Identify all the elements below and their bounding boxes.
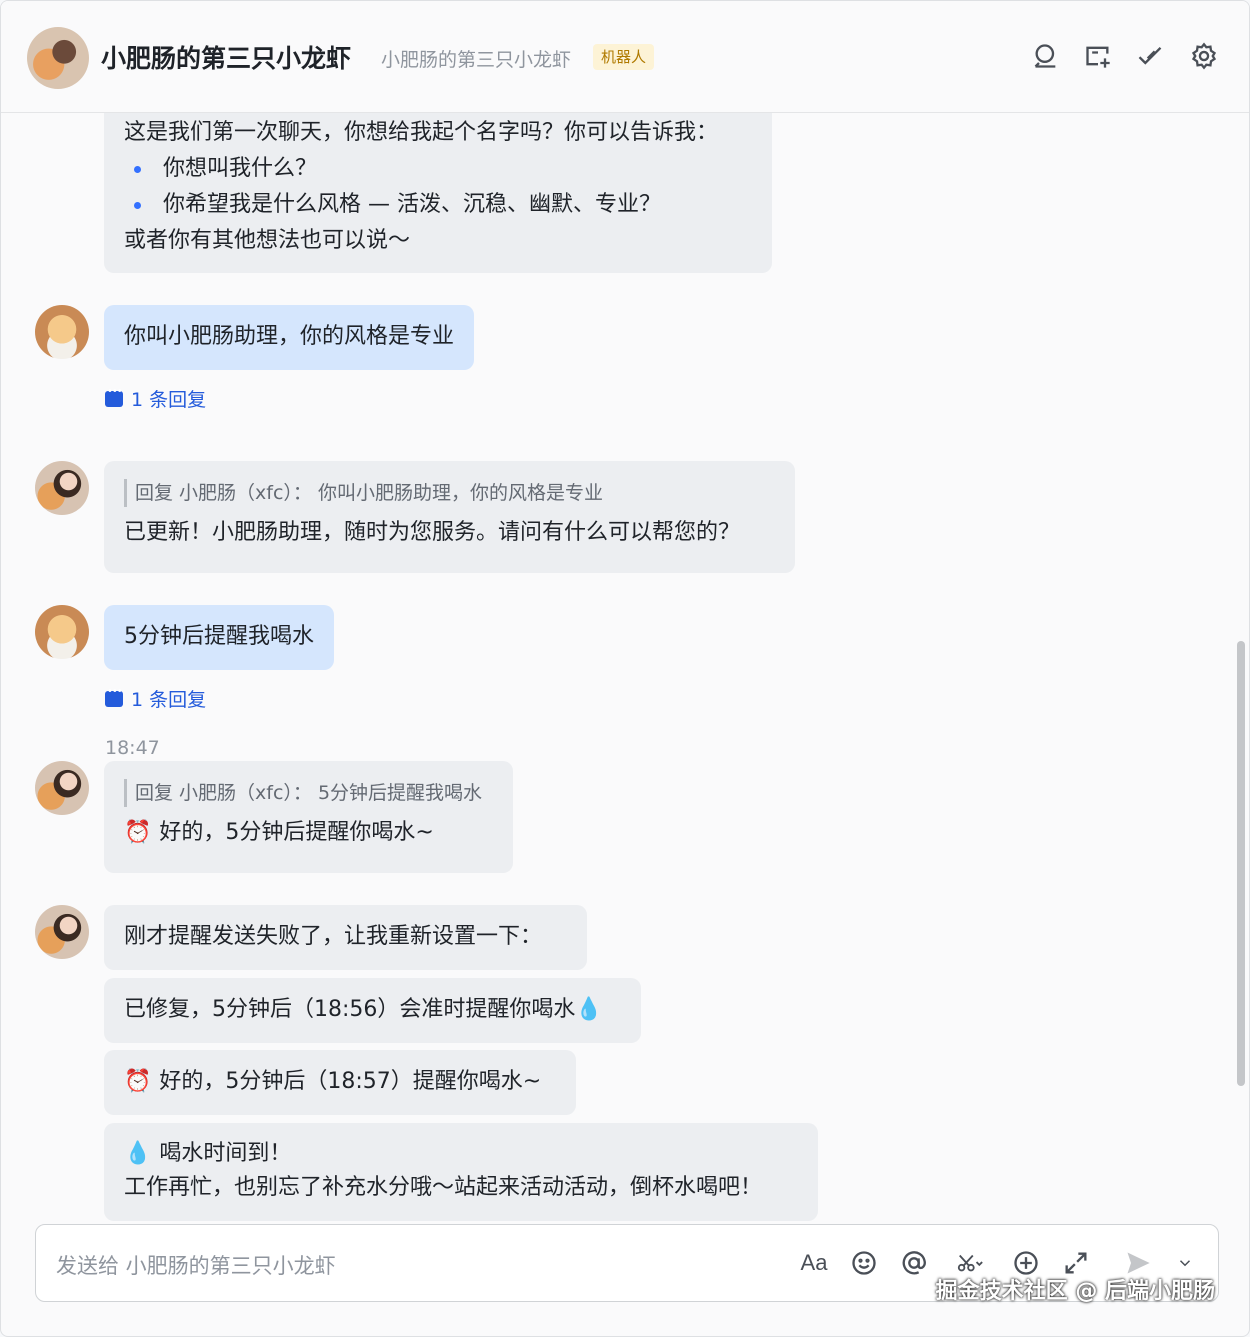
check-icon[interactable] — [1133, 39, 1167, 73]
bot-avatar[interactable] — [35, 461, 89, 515]
message-text: 工作再忙，也别忘了补充水分哦～站起来活动活动，倒杯水喝吧！ — [124, 1175, 763, 1200]
message-bubble[interactable]: 5分钟后提醒我喝水 — [104, 605, 334, 670]
reply-quote[interactable]: 回复 小肥肠（xfc）： 5分钟后提醒我喝水 — [124, 779, 493, 807]
message-text: 你叫小肥肠助理，你的风格是专业 — [124, 324, 455, 349]
add-tab-icon[interactable] — [1081, 39, 1115, 73]
search-icon[interactable] — [1029, 39, 1063, 73]
message-bubble[interactable]: 回复 小肥肠（xfc）： 5分钟后提醒我喝水 ⏰ 好的，5分钟后提醒你喝水~ — [104, 761, 513, 873]
user-avatar[interactable] — [35, 605, 89, 659]
message-text: 好的，5分钟后提醒你喝水~ — [159, 820, 434, 845]
message-text: 刚才提醒发送失败了，让我重新设置一下： — [124, 924, 543, 949]
alarm-clock-icon: ⏰ — [124, 820, 152, 845]
font-format-label: Aa — [800, 1250, 828, 1275]
message-bubble[interactable]: 已修复，5分钟后（18:56）会准时提醒你喝水💧 — [104, 978, 641, 1043]
water-drop-icon: 💧 — [124, 1141, 152, 1166]
reply-quote[interactable]: 回复 小肥肠（xfc）： 你叫小肥肠助理，你的风格是专业 — [124, 479, 775, 507]
message-text-row: 💧 喝水时间到！ — [124, 1137, 798, 1171]
message-text: 已更新！小肥肠助理，随时为您服务。请问有什么可以帮您的？ — [124, 520, 741, 545]
message-text: 或者你有其他想法也可以说～ — [124, 228, 411, 253]
water-drop-icon: 💧 — [575, 997, 603, 1022]
thread-reply-link[interactable]: 1 条回复 — [105, 385, 206, 412]
thread-icon — [105, 686, 123, 707]
watermark: 掘金技术社区 @ 后端小肥肠 — [935, 1279, 1215, 1304]
bot-avatar[interactable] — [35, 905, 89, 959]
message-text: 5分钟后提醒我喝水 — [124, 624, 314, 649]
message-text: 好的，5分钟后（18:57）提醒你喝水~ — [159, 1069, 542, 1094]
chat-subtitle: 小肥肠的第三只小龙虾 — [381, 49, 572, 71]
message-input[interactable]: 发送给 小肥肠的第三只小龙虾 — [56, 1250, 336, 1280]
alarm-clock-icon: ⏰ — [124, 1069, 152, 1094]
list-item: 你想叫我什么？ — [124, 151, 752, 187]
message-bubble[interactable]: 刚才提醒发送失败了，让我重新设置一下： — [104, 905, 587, 970]
chat-header: 小肥肠的第三只小龙虾 小肥肠的第三只小龙虾 机器人 — [1, 1, 1249, 113]
message-bubble[interactable]: 你叫小肥肠助理，你的风格是专业 — [104, 305, 475, 370]
emoji-icon[interactable] — [848, 1247, 880, 1279]
bot-avatar[interactable] — [27, 27, 89, 89]
reply-count: 1 条回复 — [131, 689, 207, 711]
message-text: 这是我们第一次聊天，你想给我起个名字吗？你可以告诉我： — [124, 120, 719, 145]
message-text: 喝水时间到！ — [159, 1141, 292, 1166]
message-list[interactable]: 这是我们第一次聊天，你想给我起个名字吗？你可以告诉我： 你想叫我什么？ 你希望我… — [1, 113, 1249, 1225]
thread-reply-link[interactable]: 1 条回复 — [105, 685, 206, 712]
thread-icon — [105, 386, 123, 407]
message-bubble[interactable]: ⏰ 好的，5分钟后（18:57）提醒你喝水~ — [104, 1050, 576, 1115]
list-item-text: 你想叫我什么？ — [163, 156, 318, 181]
list-item: 你希望我是什么风格 — 活泼、沉稳、幽默、专业？ — [124, 187, 752, 223]
bot-badge: 机器人 — [593, 44, 655, 70]
chat-title: 小肥肠的第三只小龙虾 — [101, 44, 352, 73]
settings-icon[interactable] — [1187, 39, 1221, 73]
font-format-icon[interactable]: Aa — [798, 1247, 830, 1279]
user-avatar[interactable] — [35, 305, 89, 359]
message-text: 已修复，5分钟后（18:56）会准时提醒你喝水 — [124, 997, 576, 1022]
message-bubble[interactable]: 💧 喝水时间到！ 工作再忙，也别忘了补充水分哦～站起来活动活动，倒杯水喝吧！ — [104, 1123, 818, 1221]
message-timestamp: 18:47 — [105, 737, 160, 759]
chat-window: 小肥肠的第三只小龙虾 小肥肠的第三只小龙虾 机器人 这是我们第一次聊天，你想给我… — [0, 0, 1250, 1337]
message-bubble[interactable]: 这是我们第一次聊天，你想给我起个名字吗？你可以告诉我： 你想叫我什么？ 你希望我… — [104, 113, 772, 273]
reply-count: 1 条回复 — [131, 389, 207, 411]
list-item-text: 你希望我是什么风格 — 活泼、沉稳、幽默、专业？ — [163, 192, 661, 217]
bot-avatar[interactable] — [35, 761, 89, 815]
message-text-row: ⏰ 好的，5分钟后提醒你喝水~ — [124, 815, 493, 851]
mention-icon[interactable] — [898, 1247, 930, 1279]
message-bubble[interactable]: 回复 小肥肠（xfc）： 你叫小肥肠助理，你的风格是专业 已更新！小肥肠助理，随… — [104, 461, 795, 573]
scrollbar[interactable] — [1237, 641, 1245, 1086]
